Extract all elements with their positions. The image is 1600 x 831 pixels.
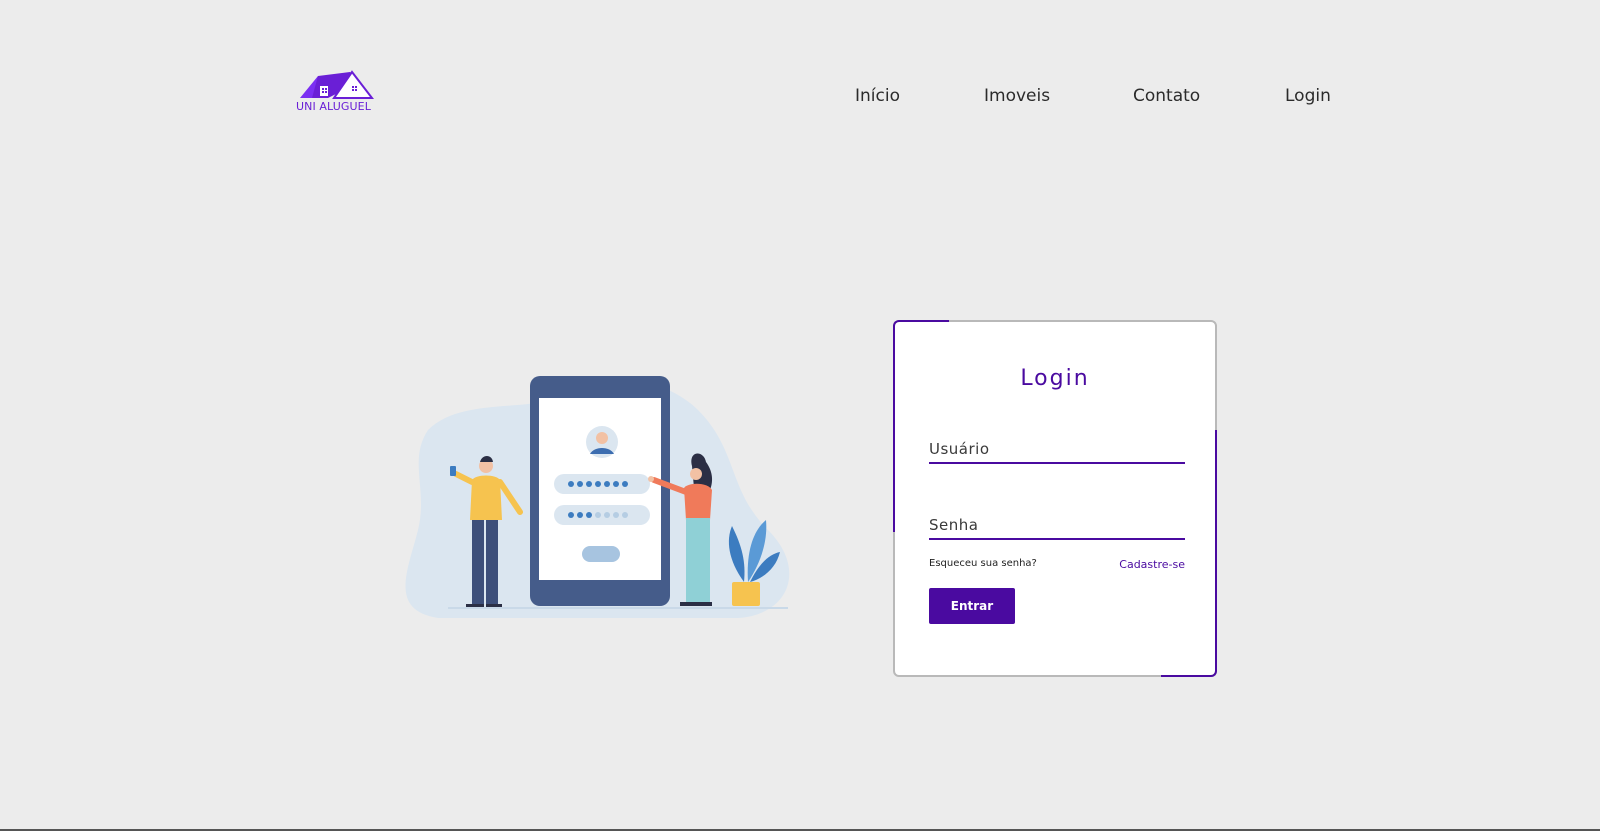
forgot-password-link[interactable]: Esqueceu sua senha? — [929, 558, 1037, 569]
username-input[interactable] — [929, 440, 1185, 458]
nav-item-contato[interactable]: Contato — [1133, 86, 1200, 106]
login-title: Login — [1020, 366, 1090, 391]
username-field — [929, 434, 1185, 464]
brand-name: UNI ALUGUEL — [296, 100, 371, 113]
card-accent-bottom-right — [1161, 429, 1217, 677]
brand-logo[interactable]: UNI ALUGUEL — [296, 68, 376, 116]
card-accent-top-left — [893, 320, 949, 532]
submit-button[interactable]: Entrar — [929, 588, 1015, 624]
nav-item-login[interactable]: Login — [1285, 86, 1331, 106]
nav-item-inicio[interactable]: Início — [855, 86, 900, 106]
password-field — [929, 510, 1185, 540]
login-illustration — [398, 370, 802, 626]
house-logo-icon — [300, 70, 374, 99]
login-card: Login Esqueceu sua senha? Cadastre-se En… — [893, 320, 1217, 677]
signup-link[interactable]: Cadastre-se — [1119, 558, 1185, 571]
nav-item-imoveis[interactable]: Imoveis — [984, 86, 1050, 106]
password-input[interactable] — [929, 516, 1185, 534]
